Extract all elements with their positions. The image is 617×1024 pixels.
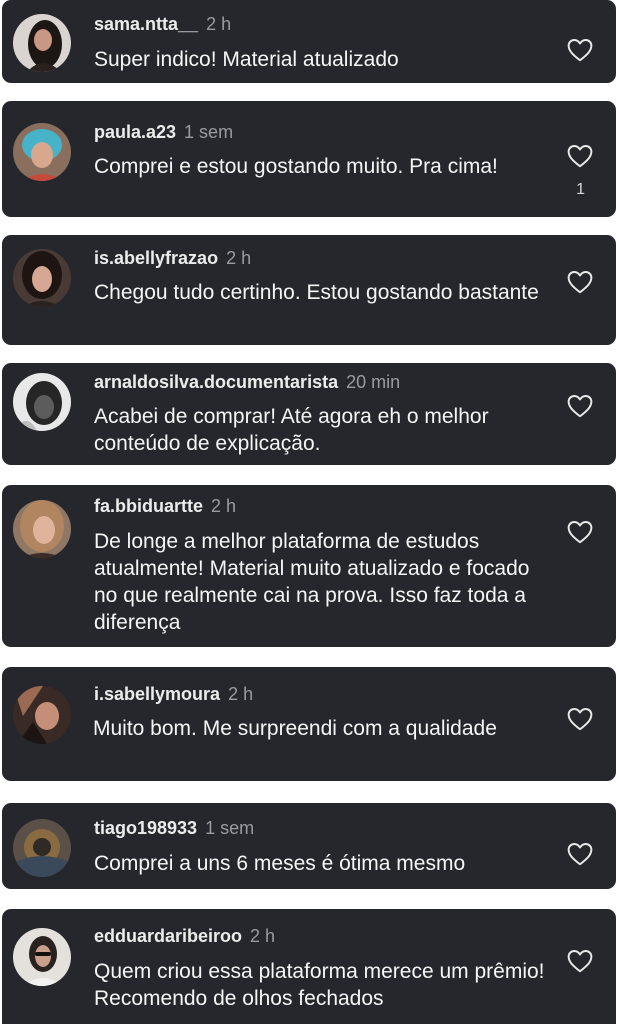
avatar[interactable]	[13, 123, 71, 181]
avatar[interactable]	[13, 819, 71, 877]
username[interactable]: paula.a23	[94, 122, 176, 142]
comment-meta: fa.bbiduartte 2 h	[94, 495, 236, 517]
comment-text: Acabei de comprar! Até agora eh o melhor…	[94, 405, 489, 455]
comment-text: Comprei e estou gostando muito. Pra cima…	[94, 155, 498, 178]
comment-card: tiago198933 1 sem Comprei a uns 6 meses é…	[2, 803, 616, 889]
username[interactable]: fa.bbiduartte	[94, 496, 203, 516]
comment-text: Comprei a uns 6 meses é ótima mesmo	[94, 852, 466, 875]
username[interactable]: edduardaribeiroo	[94, 926, 242, 946]
comment-meta: arnaldosilva.documentarista 20 min	[94, 371, 400, 393]
avatar[interactable]	[13, 249, 71, 307]
comment-card: sama.ntta__ 2 h Super indico! Material at…	[2, 0, 616, 83]
comment-card: fa.bbiduartte 2 h De longe a melhor plata…	[2, 485, 616, 647]
comment-card: arnaldosilva.documentarista 20 min Acabei…	[2, 363, 616, 465]
timestamp: 2 h	[206, 14, 232, 34]
heart-outline-icon[interactable]	[567, 707, 593, 731]
comment-meta: sama.ntta__ 2 h	[94, 13, 231, 35]
timestamp: 2 h	[226, 248, 252, 268]
heart-outline-icon[interactable]	[567, 520, 593, 544]
comment-text: Chegou tudo certinho. Estou gostando bas…	[94, 281, 539, 304]
username[interactable]: arnaldosilva.documentarista	[94, 372, 338, 392]
heart-outline-icon[interactable]	[567, 394, 593, 418]
timestamp: 2 h	[228, 684, 254, 704]
comment-card: edduardaribeiroo 2 h Quem criou essa plat…	[2, 909, 616, 1024]
comment-meta: is.abellyfrazao 2 h	[94, 247, 251, 269]
comment-meta: i.sabellymoura 2 h	[94, 683, 253, 705]
timestamp: 1 sem	[205, 818, 255, 838]
username[interactable]: tiago198933	[94, 818, 197, 838]
comment-card: is.abellyfrazao 2 h Chegou tudo certinho.…	[2, 235, 616, 345]
comment-text: Quem criou essa plataforma merece um prê…	[94, 960, 545, 1010]
avatar[interactable]	[13, 686, 71, 744]
comment-meta: edduardaribeiroo 2 h	[94, 925, 275, 947]
avatar[interactable]	[13, 373, 71, 431]
comment-text: Super indico! Material atualizado	[94, 48, 399, 71]
comment-text: Muito bom. Me surpreendi com a qualidade	[93, 717, 497, 740]
comment-card: paula.a23 1 sem Comprei e estou gostando …	[2, 101, 616, 217]
heart-outline-icon[interactable]	[567, 144, 593, 168]
heart-outline-icon[interactable]	[567, 38, 593, 62]
timestamp: 1 sem	[184, 122, 234, 142]
heart-outline-icon[interactable]	[567, 842, 593, 866]
heart-outline-icon[interactable]	[567, 270, 593, 294]
comment-text: De longe a melhor plataforma de estudos …	[94, 530, 530, 634]
timestamp: 2 h	[250, 926, 276, 946]
username[interactable]: is.abellyfrazao	[94, 248, 218, 268]
timestamp: 2 h	[211, 496, 237, 516]
heart-outline-icon[interactable]	[567, 949, 593, 973]
comment-meta: paula.a23 1 sem	[94, 121, 233, 143]
timestamp: 20 min	[346, 372, 401, 392]
avatar[interactable]	[13, 928, 71, 986]
like-count: 1	[576, 181, 585, 198]
avatar[interactable]	[13, 14, 71, 72]
username[interactable]: sama.ntta__	[94, 14, 198, 34]
username[interactable]: i.sabellymoura	[94, 684, 220, 704]
comment-card: i.sabellymoura 2 h Muito bom. Me surpreen…	[2, 667, 616, 781]
comment-meta: tiago198933 1 sem	[94, 817, 254, 839]
avatar[interactable]	[13, 500, 71, 558]
